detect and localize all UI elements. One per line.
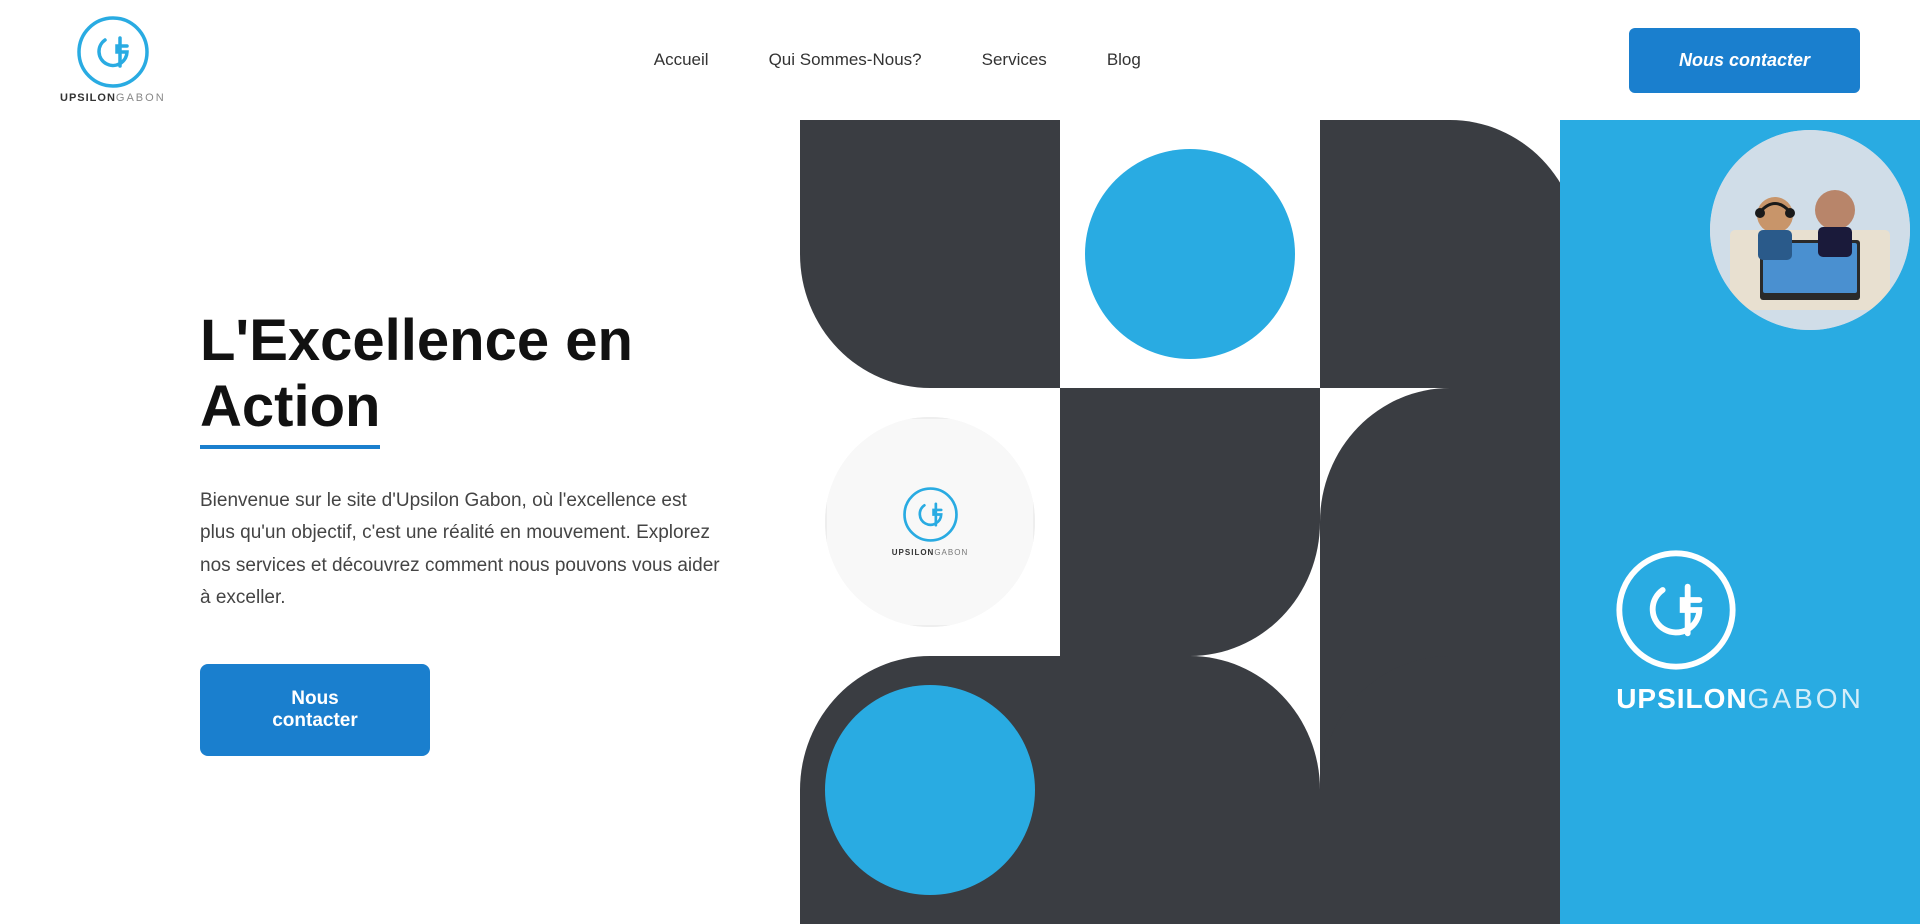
mosaic-cell-1: [1060, 120, 1320, 388]
mosaic-cell-0: [800, 120, 1060, 388]
hero-title: L'Excellence en Action: [200, 308, 720, 449]
logo-text: UPSILONGABON: [60, 92, 166, 104]
blue-panel: UPSILON GABON: [1560, 120, 1920, 924]
white-logo-text: UPSILON GABON: [1616, 683, 1864, 715]
hero-description: Bienvenue sur le site d'Upsilon Gabon, o…: [200, 485, 720, 614]
white-logo-icon: [1616, 550, 1736, 670]
hero-contact-button[interactable]: Nous contacter: [200, 664, 430, 756]
mosaic-cell-5: [1320, 388, 1580, 656]
hero-visual: UPSILONGABON: [800, 120, 1920, 924]
mosaic-bottom-row: [800, 656, 1580, 924]
mosaic-bottom-2: [1320, 656, 1580, 924]
mosaic-cell-3: UPSILONGABON: [800, 388, 1060, 656]
person-photo: [1710, 130, 1910, 330]
nav-accueil[interactable]: Accueil: [654, 50, 709, 70]
white-logo-area: UPSILON GABON: [1616, 550, 1864, 715]
logo-icon: [77, 16, 149, 88]
nav-services[interactable]: Services: [982, 50, 1047, 70]
nav-blog[interactable]: Blog: [1107, 50, 1141, 70]
mosaic-bottom-0: [800, 656, 1060, 924]
navbar: UPSILONGABON Accueil Qui Sommes-Nous? Se…: [0, 0, 1920, 120]
logo[interactable]: UPSILONGABON: [60, 16, 166, 104]
mosaic-bottom-1: [1060, 656, 1320, 924]
hero-section: L'Excellence en Action Bienvenue sur le …: [0, 120, 1920, 924]
mosaic-cell-4: [1060, 388, 1320, 656]
nav-contact-button[interactable]: Nous contacter: [1629, 28, 1860, 93]
nav-links: Accueil Qui Sommes-Nous? Services Blog: [654, 50, 1141, 70]
mosaic-cell-2: [1320, 120, 1580, 388]
nav-qui-sommes-nous[interactable]: Qui Sommes-Nous?: [769, 50, 922, 70]
logo-card: UPSILONGABON: [892, 487, 968, 557]
hero-content: L'Excellence en Action Bienvenue sur le …: [0, 120, 800, 924]
